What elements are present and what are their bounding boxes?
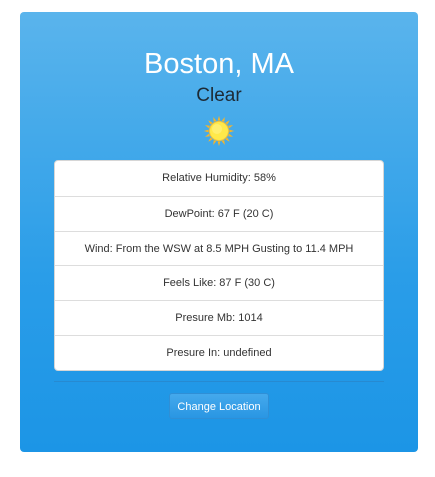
change-location-button[interactable]: Change Location (169, 393, 269, 419)
sun-ray (203, 129, 209, 133)
sun-ray (221, 116, 225, 122)
sun-ray (204, 133, 210, 137)
sun-ray (229, 129, 235, 133)
sun-ray (217, 141, 221, 147)
sun-icon (203, 115, 235, 147)
location-title: Boston, MA (144, 48, 294, 80)
weather-card: Boston, MA Clear Relative Humidity: 58% … (20, 12, 418, 452)
sun-ray (217, 115, 221, 121)
detail-pressure-in: Presure In: undefined (55, 334, 383, 370)
sun-ray (228, 125, 234, 129)
detail-feels-like: Feels Like: 87 F (30 C) (55, 265, 383, 300)
detail-relative-humidity: Relative Humidity: 58% (162, 172, 276, 184)
divider (54, 381, 384, 382)
weather-details-list: Relative Humidity: 58% DewPoint: 67 F (2… (54, 160, 384, 371)
sun-ray (204, 125, 210, 129)
sun-ray (228, 133, 234, 137)
detail-pressure-mb: Presure Mb: 1014 (55, 300, 383, 335)
detail-dewpoint: DewPoint: 67 F (20 C) (55, 195, 383, 231)
detail-wind: Wind: From the WSW at 8.5 MPH Gusting to… (55, 230, 383, 266)
sun-ray (213, 140, 217, 146)
sun-ray (221, 140, 225, 146)
weather-condition: Clear (196, 85, 242, 106)
sun-ray (213, 116, 217, 122)
